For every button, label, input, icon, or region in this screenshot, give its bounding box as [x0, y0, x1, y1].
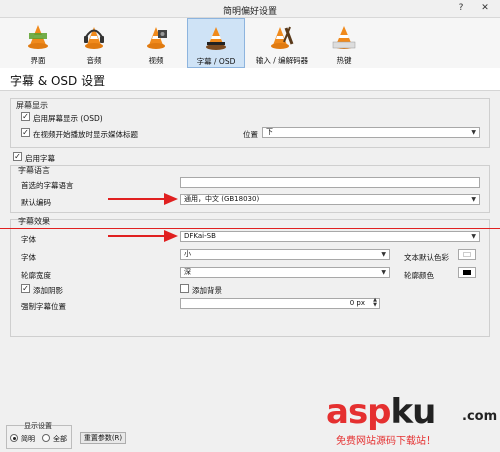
watermark-logo: aspku .com 免费网站源码下载站！ [326, 392, 498, 450]
all-radio[interactable] [42, 434, 50, 442]
tab-audio[interactable]: 音频 [66, 18, 122, 68]
font-label: 字体 [21, 235, 36, 244]
tab-subtitles-osd[interactable]: 字幕 / OSD [187, 18, 245, 68]
tab-label: 界面 [30, 56, 46, 65]
font-size-select[interactable]: 小 ▼ [180, 249, 390, 260]
language-group [10, 165, 490, 213]
close-button[interactable]: ✕ [474, 2, 496, 14]
outline-width-value: 深 [184, 268, 191, 276]
chevron-down-icon: ▼ [381, 269, 386, 276]
enable-subtitles-label: 启用字幕 [25, 154, 55, 163]
font-value: DFKai-SB [184, 232, 216, 240]
simple-radio-label: 简明 [21, 435, 35, 443]
vlc-cone-subtitles-icon [206, 27, 226, 50]
preferred-language-input[interactable] [180, 177, 480, 188]
effects-group-title: 字幕效果 [18, 217, 50, 226]
title-bar: 简明偏好设置 ? ✕ [0, 0, 500, 18]
vlc-cone-interface-icon [28, 25, 48, 49]
default-encoding-label: 默认编码 [21, 198, 51, 207]
enable-osd-label: 启用屏幕显示 (OSD) [33, 114, 103, 123]
category-toolbar: 界面 音频 视频 字幕 / OSD 输入 / 编解码器 热键 [0, 18, 500, 68]
show-title-checkbox[interactable] [21, 128, 30, 137]
help-button[interactable]: ? [454, 2, 468, 14]
tab-label: 字幕 / OSD [196, 57, 236, 66]
spin-arrows-icon[interactable]: ▲ ▼ [373, 298, 377, 308]
background-checkbox[interactable] [180, 284, 189, 293]
outline-width-select[interactable]: 深 ▼ [180, 267, 390, 278]
display-settings-title: 显示设置 [24, 422, 52, 430]
tab-hotkeys[interactable]: 热键 [316, 18, 372, 68]
settings-panel: 屏幕显示 启用屏幕显示 (OSD) 在视频开始播放时显示媒体标题 位置 下 ▼ … [0, 91, 500, 421]
page-title: 字幕 & OSD 设置 [10, 74, 106, 88]
preferred-language-label: 首选的字幕语言 [21, 181, 74, 190]
watermark-brand-b: ku [390, 392, 437, 432]
color-swatch [463, 270, 471, 275]
text-color-label: 文本默认色彩 [404, 253, 449, 262]
chevron-down-icon: ▼ [381, 251, 386, 258]
simple-radio[interactable] [10, 434, 18, 442]
osd-group-title: 屏幕显示 [16, 101, 48, 110]
tab-label: 视频 [148, 56, 164, 65]
default-encoding-value: 通用，中文 (GB18030) [184, 195, 260, 203]
background-label: 添加背景 [192, 286, 222, 295]
watermark-brand-a: asp [326, 392, 392, 432]
chevron-down-icon: ▼ [471, 129, 476, 136]
outline-color-label: 轮廓颜色 [404, 271, 434, 280]
tab-label: 音频 [86, 56, 102, 65]
text-color-button[interactable] [458, 249, 476, 260]
force-position-spinbox[interactable]: 0 px ▲ ▼ [180, 298, 380, 309]
tab-input-codecs[interactable]: 输入 / 编解码器 [250, 18, 314, 68]
watermark-domain: .com [462, 409, 498, 424]
font-select[interactable]: DFKai-SB ▼ [180, 231, 480, 242]
color-swatch [463, 252, 471, 257]
chevron-down-icon: ▼ [471, 233, 476, 240]
vlc-cone-headphones-icon [84, 27, 104, 49]
font-size-value: 小 [184, 250, 191, 258]
language-group-title: 字幕语言 [18, 166, 50, 175]
annotation-line [0, 228, 500, 229]
all-radio-label: 全部 [53, 435, 67, 443]
outline-width-label: 轮廓宽度 [21, 271, 51, 280]
tab-label: 输入 / 编解码器 [255, 56, 309, 65]
tab-interface[interactable]: 界面 [10, 18, 66, 68]
red-arrow-icon [108, 230, 178, 242]
vlc-cone-hotkeys-icon [332, 26, 356, 49]
shadow-label: 添加阴影 [33, 286, 63, 295]
reset-preferences-button[interactable]: 重置参数(R) [80, 432, 126, 444]
vlc-cone-codecs-icon [271, 26, 294, 49]
red-arrow-icon [108, 193, 178, 205]
shadow-checkbox[interactable] [21, 284, 30, 293]
font-size-label: 字体 [21, 253, 36, 262]
position-select[interactable]: 下 ▼ [262, 127, 480, 138]
watermark-tagline: 免费网站源码下载站！ [336, 436, 436, 447]
chevron-down-icon: ▼ [471, 196, 476, 203]
vlc-cone-film-icon [147, 27, 167, 49]
tab-video[interactable]: 视频 [128, 18, 184, 68]
position-value: 下 [266, 128, 273, 136]
show-title-label: 在视频开始播放时显示媒体标题 [33, 130, 138, 139]
tab-label: 热键 [336, 56, 352, 65]
outline-color-button[interactable] [458, 267, 476, 278]
force-position-label: 强制字幕位置 [21, 302, 66, 311]
default-encoding-select[interactable]: 通用，中文 (GB18030) ▼ [180, 194, 480, 205]
enable-osd-checkbox[interactable] [21, 112, 30, 121]
force-position-value: 0 px [349, 299, 365, 307]
position-label: 位置 [243, 130, 258, 139]
window-title: 简明偏好设置 [222, 7, 277, 17]
enable-subtitles-checkbox[interactable] [13, 152, 22, 161]
